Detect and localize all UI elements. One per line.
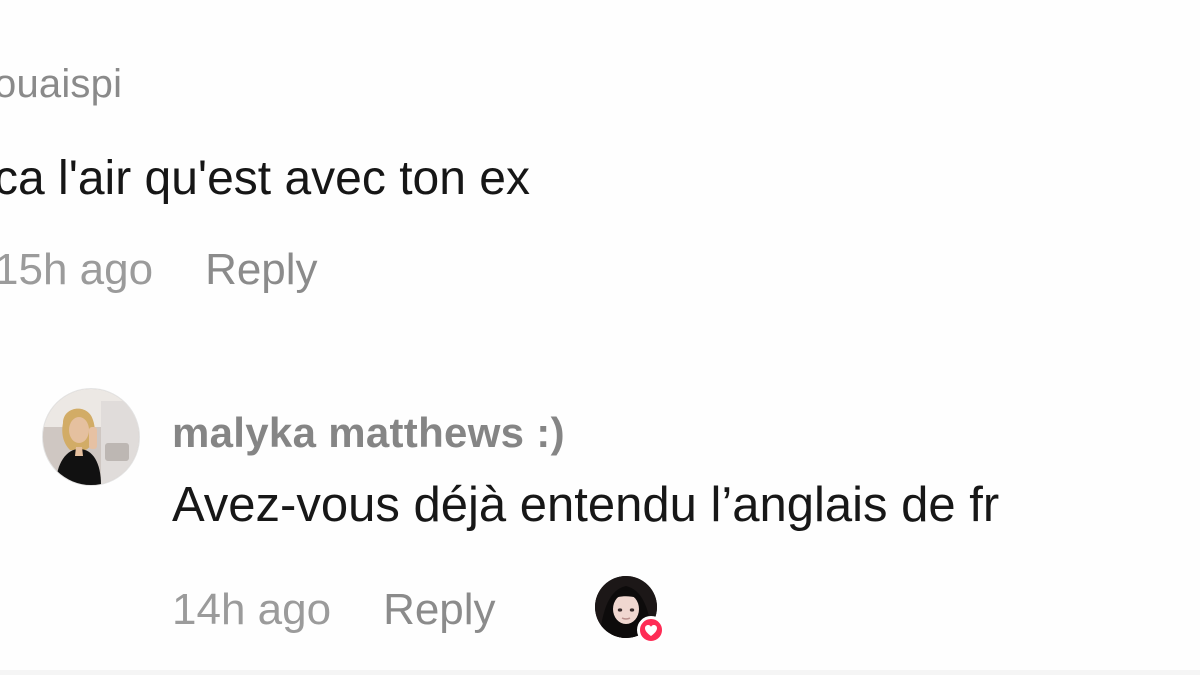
comment-timestamp: 15h ago: [0, 245, 154, 294]
reply-text: Avez-vous déjà entendu l’anglais de fr: [172, 478, 1000, 532]
profile-photo-icon: [43, 389, 139, 485]
reply-item: malyka matthews :) Avez-vous déjà entend…: [42, 388, 1200, 675]
creator-liked-indicator[interactable]: [595, 576, 671, 648]
comments-screen: ouaispi ca l'air qu'est avec ton ex 15h …: [0, 0, 1200, 675]
heart-icon: [637, 616, 665, 644]
heart-icon: [645, 624, 657, 636]
avatar[interactable]: [42, 388, 140, 486]
reply-button[interactable]: Reply: [383, 588, 496, 632]
reply-username[interactable]: malyka matthews :): [172, 412, 565, 454]
comment-item: ouaispi ca l'air qu'est avec ton ex 15h …: [0, 64, 1194, 292]
reply-meta: 14h ago Reply: [172, 588, 496, 632]
comment-username[interactable]: ouaispi: [0, 64, 1194, 104]
bottom-divider: [0, 670, 1200, 675]
comment-meta: 15h ago Reply: [0, 248, 318, 292]
reply-timestamp: 14h ago: [172, 585, 332, 634]
reply-button[interactable]: Reply: [205, 248, 318, 292]
comment-text: ca l'air qu'est avec ton ex: [0, 152, 530, 205]
